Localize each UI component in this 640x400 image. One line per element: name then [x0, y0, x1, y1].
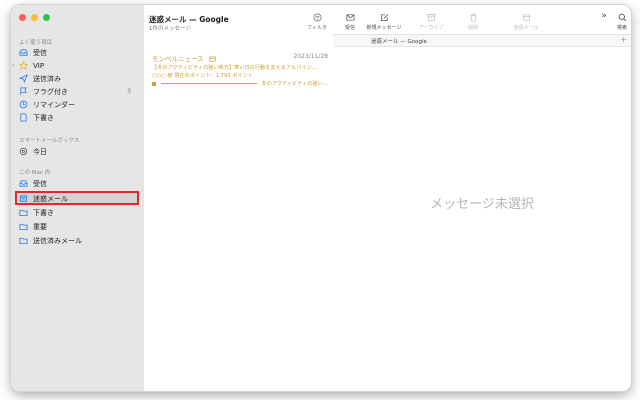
chevron-right-icon[interactable]: ›: [12, 62, 14, 69]
folder-icon: [18, 208, 28, 218]
compose-button[interactable]: 新規メッセージ: [361, 13, 407, 31]
window-controls: [19, 14, 50, 21]
message-sender: モンベルニュース: [152, 55, 204, 63]
gear-icon: [18, 147, 28, 157]
sidebar-item-today[interactable]: 今日: [18, 146, 138, 157]
message-divider-row: 冬のアクティビティの強い…: [152, 80, 328, 87]
delete-label: 削除: [467, 25, 478, 31]
sidebar-item-label: 受信: [33, 179, 47, 188]
smart-mailboxes-header: スマートメールボックス: [19, 138, 80, 144]
tab-junk-google[interactable]: 迷惑メール — Google: [371, 37, 427, 45]
compose-label: 新規メッセージ: [366, 25, 402, 31]
sidebar-item-flagged[interactable]: フラグ付き 3: [18, 86, 138, 97]
sidebar-item-mac-drafts[interactable]: 下書き: [18, 207, 138, 218]
sidebar-item-important[interactable]: 重要: [18, 221, 138, 232]
favorites-header: よく使う項目: [19, 40, 53, 46]
square-icon: [152, 81, 156, 86]
inbox-icon: [18, 48, 28, 58]
sidebar-item-label: 下書き: [33, 208, 54, 217]
sidebar-item-drafts[interactable]: 下書き: [18, 112, 138, 123]
message-date: 2023/11/28: [293, 53, 328, 60]
add-tab-button[interactable]: +: [618, 35, 629, 45]
more-toolbar-button[interactable]: »: [596, 11, 612, 21]
mail-window: よく使う項目 受信 › VIP 送信済み フラグ付き 3 リマインダー 下書き …: [11, 5, 631, 391]
sidebar-item-label: 送信済みメール: [33, 236, 82, 245]
junk-label: 迷惑メール: [513, 25, 539, 31]
list-item[interactable]: モンベルニュース 2023/11/28 【冬のアクティビティの強い味方】寒い日の…: [152, 53, 328, 87]
close-button[interactable]: [19, 14, 26, 21]
message-list-pane: 迷惑メール — Google 1件のメッセージ フィルタ モンベルニュース 20…: [144, 5, 334, 391]
minimize-button[interactable]: [31, 14, 38, 21]
reading-pane: 受信 新規メッセージ アーカイブ 削除 迷惑メール » 検索 迷惑メール — G…: [333, 5, 631, 391]
archive-icon: [427, 13, 435, 22]
search-label: 検索: [616, 25, 627, 31]
sidebar-item-mac-inbox[interactable]: 受信: [18, 178, 138, 189]
filter-icon: [313, 13, 321, 22]
trash-icon: [469, 13, 477, 22]
search-icon: [618, 13, 626, 22]
sidebar-item-label: 今日: [33, 147, 47, 156]
sidebar-item-label: フラグ付き: [33, 87, 68, 96]
clock-icon: [18, 100, 28, 110]
sidebar-item-vip[interactable]: › VIP: [12, 60, 138, 71]
inbox-icon: [18, 179, 28, 189]
junk-icon: [18, 194, 28, 204]
flag-icon: [18, 87, 28, 97]
star-icon: [18, 61, 28, 71]
folder-icon: [18, 222, 28, 232]
filter-button[interactable]: フィルタ: [302, 13, 332, 31]
doc-icon: [18, 113, 28, 123]
sidebar: よく使う項目 受信 › VIP 送信済み フラグ付き 3 リマインダー 下書き …: [11, 5, 145, 391]
compose-icon: [380, 14, 388, 22]
on-my-mac-header: この Mac 内: [19, 170, 51, 176]
flagged-count: 3: [127, 88, 131, 95]
junk-icon: [522, 14, 530, 21]
sidebar-item-label: 送信済み: [33, 74, 61, 83]
junk-button[interactable]: 迷惑メール: [508, 13, 544, 31]
paperplane-icon: [18, 74, 28, 84]
double-chevron-icon: »: [601, 11, 607, 21]
message-preview-line: ○○○ 様 現在のポイント：1,793 ポイント: [152, 73, 253, 79]
filter-label: フィルタ: [307, 25, 327, 31]
sidebar-item-label: 重要: [33, 222, 47, 231]
no-message-selected: メッセージ未選択: [430, 197, 534, 212]
archive-label: アーカイブ: [418, 25, 444, 31]
zoom-button[interactable]: [43, 14, 50, 21]
sidebar-item-sent[interactable]: 送信済み: [18, 73, 138, 84]
mailbox-count: 1件のメッセージ: [149, 26, 191, 32]
folder-icon: [18, 236, 28, 246]
tab-strip: 迷惑メール — Google +: [333, 34, 631, 47]
sidebar-item-label: 受信: [33, 48, 47, 57]
archive-button[interactable]: アーカイブ: [411, 13, 451, 31]
search-button[interactable]: 検索: [611, 13, 631, 31]
sidebar-item-inbox[interactable]: 受信: [18, 47, 138, 58]
sidebar-item-reminders[interactable]: リマインダー: [18, 99, 138, 110]
message-preview-line: 【冬のアクティビティの強い味方】寒い日の行動を支えるアルパイン…: [152, 65, 317, 71]
sidebar-item-label: VIP: [33, 61, 45, 70]
sidebar-item-label: 迷惑メール: [33, 194, 68, 203]
sidebar-item-label: 下書き: [33, 113, 54, 122]
message-preview-line: 冬のアクティビティの強い…: [261, 81, 328, 87]
delete-button[interactable]: 削除: [458, 13, 488, 31]
sidebar-item-sent-mail[interactable]: 送信済みメール: [18, 235, 138, 246]
receive-label: 受信: [344, 25, 355, 31]
toolbar: 受信 新規メッセージ アーカイブ 削除 迷惑メール » 検索: [333, 5, 631, 33]
junk-icon: [209, 56, 216, 62]
sidebar-item-label: リマインダー: [33, 100, 75, 109]
sidebar-item-junk[interactable]: 迷惑メール: [18, 193, 138, 204]
divider-line: [161, 83, 258, 84]
envelope-icon: [346, 14, 354, 21]
